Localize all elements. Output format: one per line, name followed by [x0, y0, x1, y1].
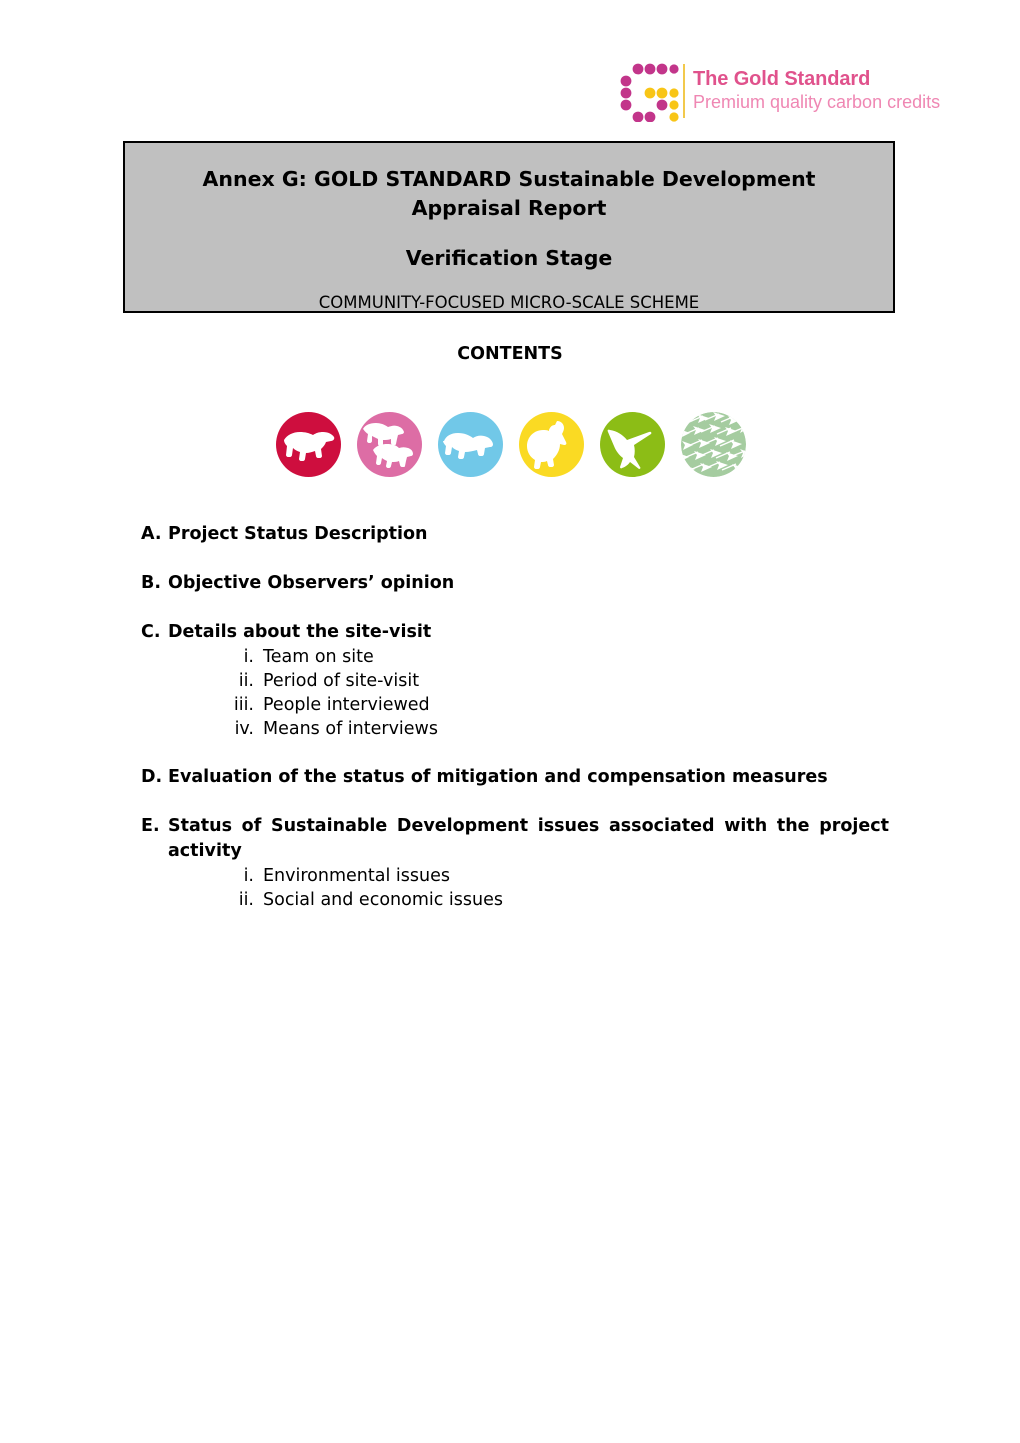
- document-title: Annex G: GOLD STANDARD Sustainable Devel…: [202, 167, 816, 220]
- sustainability-icon-row: [276, 412, 746, 477]
- toc-label: Project Status Description: [168, 524, 428, 544]
- toc-sub-number: ii.: [238, 890, 254, 910]
- toc-label: Objective Observers’ opinion: [168, 573, 455, 593]
- toc-gap: [141, 790, 889, 814]
- logo-text-group: The Gold Standard Premium quality carbon…: [693, 68, 940, 113]
- toc-main-row[interactable]: C. Details about the site-visit: [141, 620, 889, 645]
- document-header-box: Annex G: GOLD STANDARD Sustainable Devel…: [123, 141, 895, 313]
- toc-main-row[interactable]: D. Evaluation of the status of mitigatio…: [141, 765, 889, 790]
- toc-sublist: i. Environmental issues ii. Social and e…: [141, 864, 889, 912]
- hummingbird-icon: [600, 412, 665, 477]
- fish-school-icon: [681, 412, 746, 477]
- gold-standard-logo-mark: [617, 60, 679, 123]
- toc-sub-number: ii.: [238, 671, 254, 691]
- toc-label: Status of Sustainable Development issues…: [168, 816, 889, 861]
- toc-label: Evaluation of the status of mitigation a…: [168, 767, 828, 787]
- bears-icon: [357, 412, 422, 477]
- logo-divider: [683, 64, 685, 118]
- rhino-icon: [276, 412, 341, 477]
- toc-subitem[interactable]: i. Environmental issues: [141, 864, 889, 888]
- toc-subitem[interactable]: iv. Means of interviews: [141, 717, 889, 741]
- toc-gap: [141, 547, 889, 571]
- toc-sub-label: People interviewed: [263, 695, 430, 715]
- toc-letter: C.: [141, 622, 161, 642]
- toc-sub-number: i.: [243, 866, 254, 886]
- toc-sub-number: iii.: [233, 695, 254, 715]
- toc-sub-label: Environmental issues: [263, 866, 450, 886]
- table-of-contents: A. Project Status Description B. Objecti…: [141, 522, 889, 912]
- contents-heading: CONTENTS: [457, 344, 563, 364]
- toc-letter: E.: [141, 816, 160, 836]
- gold-standard-logo: The Gold Standard Premium quality carbon…: [617, 58, 940, 126]
- toc-subitem[interactable]: i. Team on site: [141, 645, 889, 669]
- toc-letter: D.: [141, 767, 163, 787]
- toc-gap: [141, 596, 889, 620]
- polar-bear-icon: [438, 412, 503, 477]
- toc-subitem[interactable]: iii. People interviewed: [141, 693, 889, 717]
- toc-entry-e: E. Status of Sustainable Development iss…: [141, 814, 889, 912]
- toc-sub-number: i.: [243, 647, 254, 667]
- toc-gap: [141, 741, 889, 765]
- toc-sub-label: Means of interviews: [263, 719, 438, 739]
- toc-entry-b: B. Objective Observers’ opinion: [141, 571, 889, 596]
- toc-main-row[interactable]: E. Status of Sustainable Development iss…: [141, 814, 889, 864]
- toc-sub-label: Period of site-visit: [263, 671, 420, 691]
- toc-entry-a: A. Project Status Description: [141, 522, 889, 547]
- toc-sub-number: iv.: [234, 719, 254, 739]
- toc-entry-d: D. Evaluation of the status of mitigatio…: [141, 765, 889, 790]
- toc-subitem[interactable]: ii. Period of site-visit: [141, 669, 889, 693]
- document-stage: Verification Stage: [405, 246, 613, 270]
- logo-title: The Gold Standard: [693, 68, 871, 90]
- toc-letter: B.: [141, 573, 161, 593]
- toc-subitem[interactable]: ii. Social and economic issues: [141, 888, 889, 912]
- toc-entry-c: C. Details about the site-visit i. Team …: [141, 620, 889, 741]
- logo-tagline: Premium quality carbon credits: [693, 92, 941, 112]
- toc-sub-label: Team on site: [263, 647, 374, 667]
- document-scheme: COMMUNITY-FOCUSED MICRO-SCALE SCHEME: [318, 293, 700, 312]
- toc-sublist: i. Team on site ii. Period of site-visit…: [141, 645, 889, 741]
- toc-letter: A.: [141, 524, 162, 544]
- toc-main-row[interactable]: A. Project Status Description: [141, 522, 889, 547]
- toc-label: Details about the site-visit: [168, 622, 432, 642]
- pelican-icon: [519, 412, 584, 477]
- toc-main-row[interactable]: B. Objective Observers’ opinion: [141, 571, 889, 596]
- toc-sub-label: Social and economic issues: [263, 890, 503, 910]
